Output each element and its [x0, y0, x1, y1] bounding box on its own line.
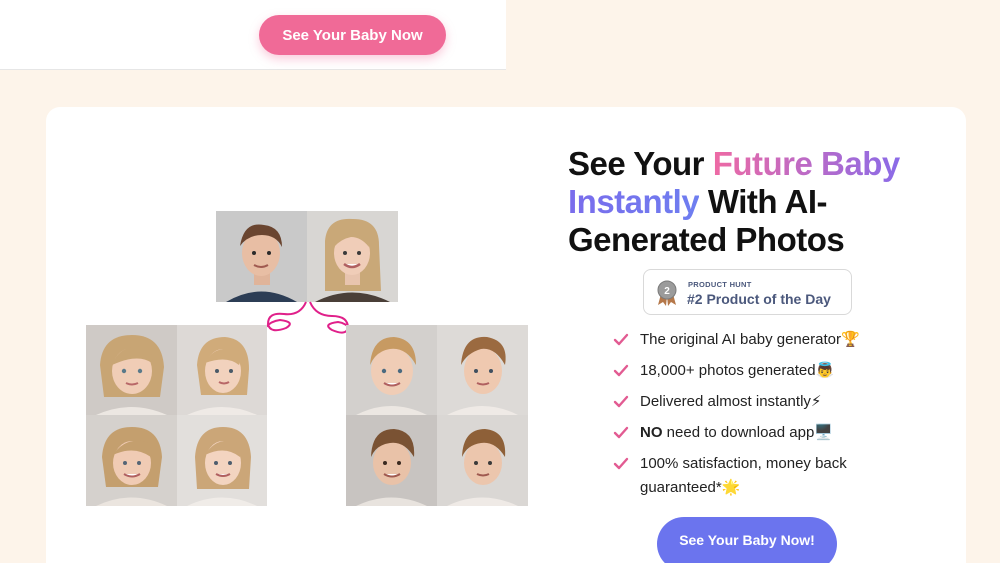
check-icon: [613, 364, 629, 377]
boy-photo-4: [437, 415, 528, 506]
headline-highlight-future-baby: Future Baby: [712, 145, 901, 182]
check-icon: [613, 333, 629, 346]
medal-number: 2: [664, 286, 670, 297]
girl-photo-3: [86, 415, 177, 506]
check-icon: [613, 426, 629, 439]
feature-text: Delivered almost instantly⚡: [640, 393, 822, 410]
see-your-baby-now-button[interactable]: See Your Baby Now!: [657, 517, 837, 563]
headline-highlight-instantly: Instantly: [568, 183, 700, 220]
feature-item: NO need to download app🖥️: [613, 421, 913, 445]
hero-headline: See Your Future Baby Instantly With AI-Ge…: [568, 145, 948, 259]
feature-text: need to download app🖥️: [662, 424, 833, 441]
feature-item: 100% satisfaction, money back guaranteed…: [613, 452, 913, 500]
headline-part1: See Your: [568, 145, 713, 182]
girl-photo-1: [86, 325, 177, 415]
feature-emphasis: NO: [640, 424, 663, 441]
medal-icon: 2: [657, 280, 677, 306]
girl-photo-2: [177, 325, 267, 415]
feature-item: Delivered almost instantly⚡: [613, 390, 913, 414]
feature-text: 18,000+ photos generated👼: [640, 362, 835, 379]
badge-big-label: #2 Product of the Day: [687, 291, 831, 307]
top-section: See Your Baby Now: [0, 0, 506, 70]
check-icon: [613, 395, 629, 408]
product-hunt-badge[interactable]: 2 PRODUCT HUNT #2 Product of the Day: [643, 269, 852, 315]
father-photo: [216, 211, 307, 302]
feature-item: 18,000+ photos generated👼: [613, 359, 913, 383]
boy-photo-3: [346, 415, 437, 506]
mother-photo: [307, 211, 398, 302]
boy-photo-1: [346, 325, 437, 415]
badge-small-label: PRODUCT HUNT: [688, 280, 752, 289]
girl-photo-4: [177, 415, 267, 506]
feature-text: The original AI baby generator🏆: [640, 331, 860, 348]
feature-text: 100% satisfaction, money back guaranteed…: [640, 455, 847, 496]
features-list: The original AI baby generator🏆 18,000+ …: [613, 328, 913, 507]
see-your-baby-button[interactable]: See Your Baby Now: [259, 15, 446, 55]
check-icon: [613, 457, 629, 470]
feature-item: The original AI baby generator🏆: [613, 328, 913, 352]
boy-photo-2: [437, 325, 528, 415]
